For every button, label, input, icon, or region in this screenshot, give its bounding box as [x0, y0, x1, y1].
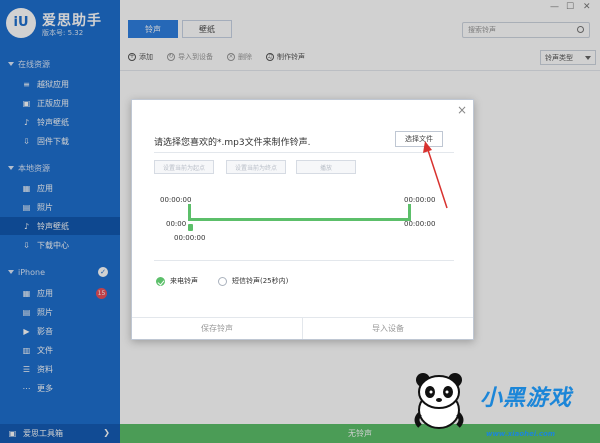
- close-icon[interactable]: ×: [457, 103, 467, 117]
- set-start-button[interactable]: 设置当前为起点: [154, 160, 214, 174]
- divider: [154, 260, 454, 261]
- play-button[interactable]: 播放: [296, 160, 356, 174]
- set-end-button[interactable]: 设置当前为终点: [226, 160, 286, 174]
- watermark-text: 小黑游戏: [480, 386, 573, 411]
- end-time-label: 00:00:00: [404, 196, 436, 204]
- radio-sms-ringtone[interactable]: 短信铃声(25秒内): [218, 276, 288, 286]
- radio-call-ringtone[interactable]: 来电铃声: [156, 276, 198, 286]
- dialog-footer: 保存铃声 导入设备: [132, 317, 473, 339]
- import-device-button[interactable]: 导入设备: [302, 318, 473, 339]
- end-time-bottom-label: 00:00:00: [404, 220, 436, 228]
- divider: [154, 152, 454, 153]
- panda-mascot-icon: [414, 373, 464, 429]
- choose-file-button[interactable]: 选择文件: [395, 131, 443, 147]
- save-ringtone-button[interactable]: 保存铃声: [132, 318, 302, 339]
- radio-checked-icon[interactable]: [156, 276, 165, 286]
- handle-time-label: 00:00:00: [174, 234, 206, 242]
- current-time-label: 00:00: [166, 220, 187, 228]
- watermark-url: www.xiaohei.com: [486, 430, 556, 438]
- trim-track[interactable]: [190, 218, 410, 221]
- playhead-handle[interactable]: [188, 224, 193, 231]
- make-ringtone-dialog: × 请选择您喜欢的*.mp3文件来制作铃声. 选择文件 设置当前为起点 设置当前…: [131, 99, 474, 340]
- dialog-instruction: 请选择您喜欢的*.mp3文件来制作铃声.: [154, 138, 311, 148]
- start-time-label: 00:00:00: [160, 196, 192, 204]
- radio-unchecked-icon[interactable]: [218, 276, 227, 286]
